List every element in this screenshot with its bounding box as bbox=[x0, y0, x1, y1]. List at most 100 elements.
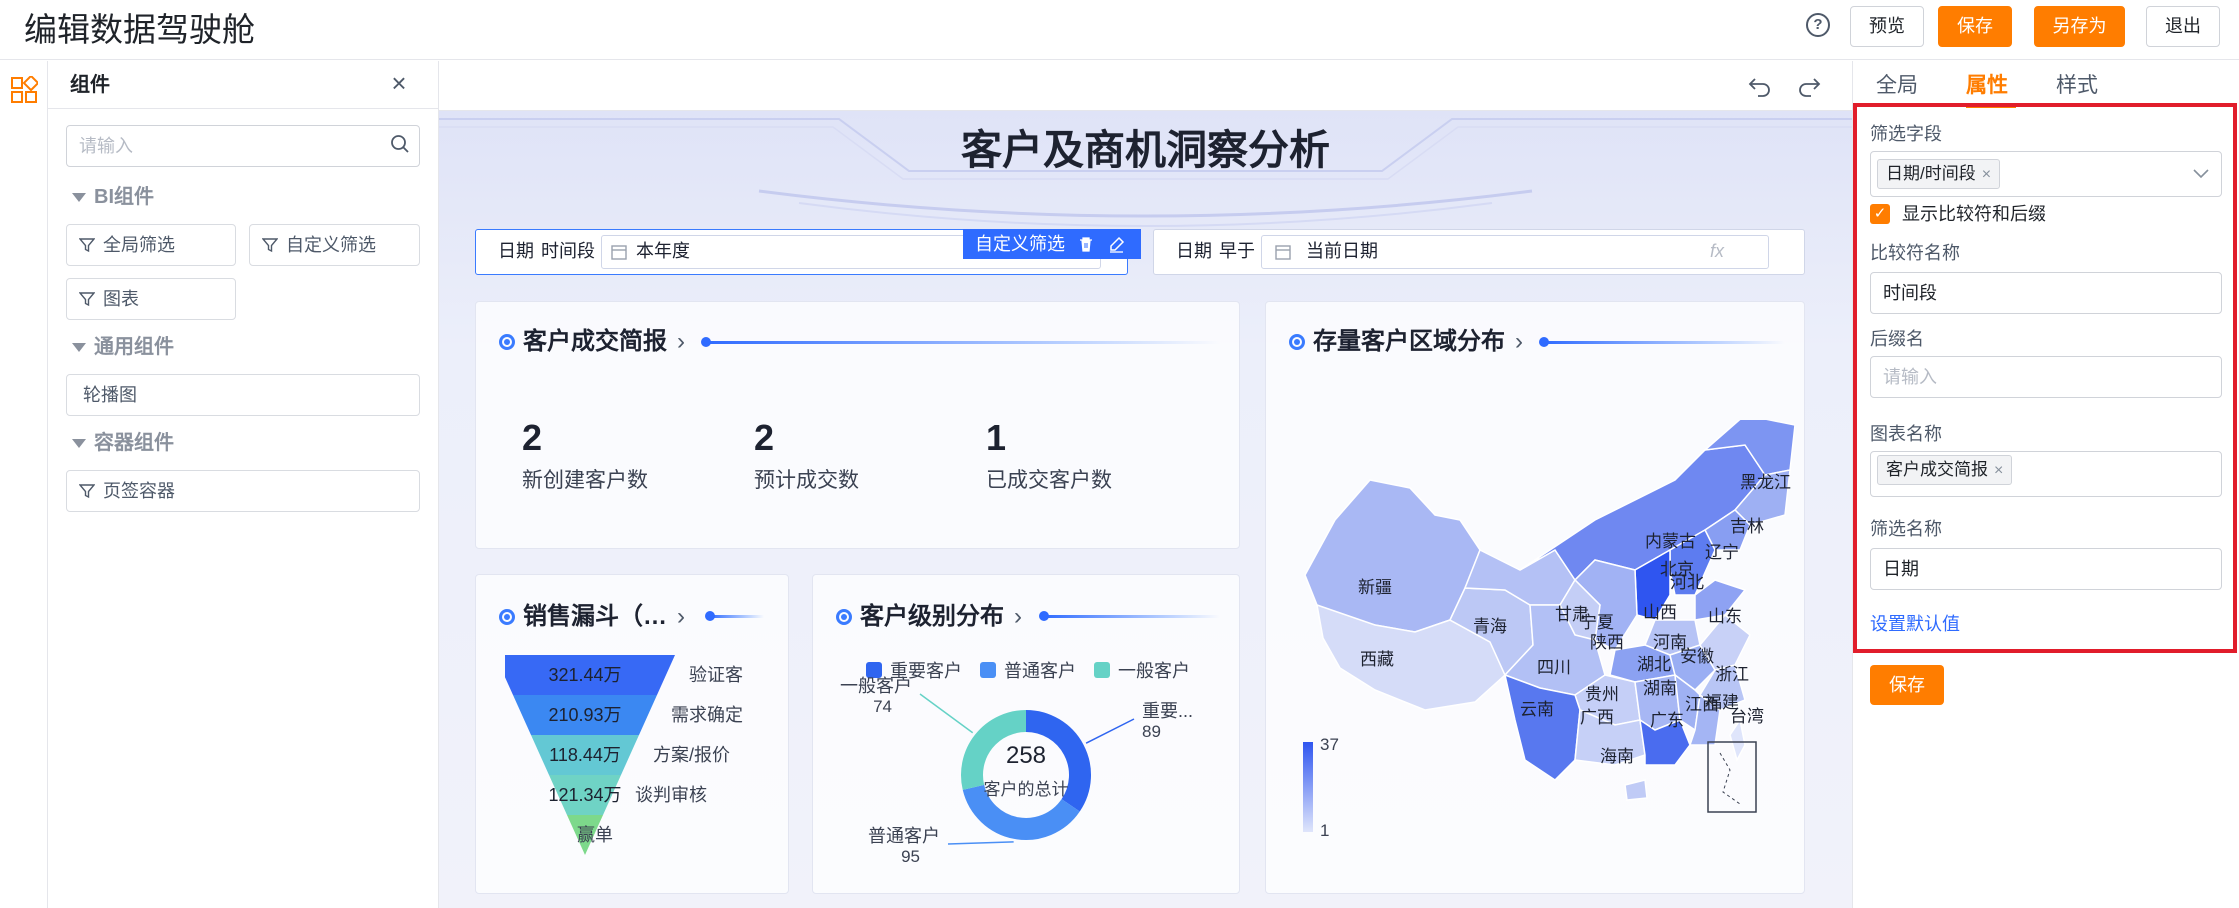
legend-swatch[interactable] bbox=[1094, 662, 1110, 678]
components-panel-title: 组件 bbox=[70, 74, 110, 96]
preview-button[interactable]: 预览 bbox=[1850, 6, 1924, 47]
kpi-label: 预计成交数 bbox=[754, 469, 859, 492]
filter-icon bbox=[79, 238, 95, 253]
tag-close-icon[interactable]: × bbox=[1982, 166, 1991, 183]
group-general-components[interactable]: 通用组件 bbox=[72, 333, 174, 361]
component-custom-filter[interactable]: 自定义筛选 bbox=[249, 224, 420, 266]
compare-name-input[interactable]: 时间段 bbox=[1870, 272, 2222, 314]
funnel-chart[interactable]: 321.44万 验证客 210.93万 需求确定 118.44万 方案/报价 121.34万… bbox=[505, 655, 780, 870]
fx-icon[interactable]: fx bbox=[1710, 229, 1724, 273]
help-icon[interactable]: ? bbox=[1806, 13, 1830, 37]
leader-line bbox=[1085, 718, 1135, 744]
group-label: 通用组件 bbox=[94, 336, 174, 358]
filter-field-tag[interactable]: 日期/时间段 × bbox=[1877, 159, 2001, 189]
save-button[interactable]: 保存 bbox=[1938, 6, 2012, 47]
title-line bbox=[1039, 611, 1220, 621]
show-compare-checkbox[interactable]: ✓ bbox=[1870, 204, 1890, 224]
component-label: 自定义筛选 bbox=[286, 235, 376, 255]
card-title: 客户级别分布 › bbox=[836, 600, 1022, 634]
kpi-value: 1 bbox=[986, 417, 1007, 458]
scale-min-label: 1 bbox=[1320, 821, 1329, 840]
edit-icon[interactable] bbox=[1108, 236, 1125, 253]
suffix-input[interactable]: 请输入 bbox=[1870, 356, 2222, 398]
custom-filter-badge-label: 自定义筛选 bbox=[975, 234, 1065, 254]
scale-max-label: 37 bbox=[1320, 735, 1339, 754]
province-label: 台湾 bbox=[1730, 707, 1764, 726]
chart-name-label: 图表名称 bbox=[1870, 424, 1942, 444]
chevron-down-icon[interactable] bbox=[2192, 166, 2210, 180]
china-region-map[interactable]: 37 1 黑龙江吉林辽宁内蒙古河北北京山西 山东河南甘肃宁夏陕西青海新疆西藏 四川湖… bbox=[1275, 420, 1795, 840]
province-label: 安徽 bbox=[1680, 647, 1714, 666]
province-label: 湖南 bbox=[1643, 679, 1677, 698]
dashboard-title: 客户及商机洞察分析 bbox=[961, 127, 1330, 173]
province-label: 云南 bbox=[1520, 700, 1554, 719]
province-label: 浙江 bbox=[1715, 665, 1749, 684]
province-label: 辽宁 bbox=[1705, 543, 1739, 562]
slice-label: 普通客户 bbox=[868, 826, 940, 846]
funnel-stage-label: 方案/报价 bbox=[653, 745, 730, 765]
component-label: 图表 bbox=[103, 289, 139, 309]
province-label: 青海 bbox=[1473, 617, 1507, 636]
filter-field-label: 筛选字段 bbox=[1870, 124, 1942, 144]
chevron-right-icon[interactable]: › bbox=[677, 328, 685, 355]
filter-icon bbox=[79, 484, 95, 499]
component-global-filter[interactable]: 全局筛选 bbox=[66, 224, 236, 266]
exit-button[interactable]: 退出 bbox=[2146, 6, 2220, 47]
target-icon bbox=[836, 609, 852, 625]
group-bi-components[interactable]: BI组件 bbox=[72, 183, 154, 211]
left-rail bbox=[0, 61, 48, 908]
close-icon[interactable]: × bbox=[386, 70, 412, 96]
chevron-right-icon[interactable]: › bbox=[1515, 328, 1523, 355]
funnel-value-label: 210.93万 bbox=[548, 705, 621, 725]
components-icon[interactable] bbox=[10, 76, 38, 104]
chevron-right-icon[interactable]: › bbox=[1014, 603, 1022, 630]
customer-level-donut-chart[interactable]: 重要客户 普通客户 一般客户重要...89普通客户95一般客户74258客户的总计 bbox=[812, 650, 1240, 890]
color-scale-bar[interactable] bbox=[1303, 742, 1313, 832]
filter-name-input[interactable]: 日期 bbox=[1870, 548, 2222, 590]
title-line bbox=[701, 337, 1220, 347]
slice-value: 95 bbox=[901, 847, 920, 866]
funnel-value-label: 321.44万 bbox=[548, 665, 621, 685]
filter-label: 日期 bbox=[1176, 241, 1212, 261]
province-label: 广西 bbox=[1580, 708, 1614, 727]
slice-label: 重要... bbox=[1142, 701, 1193, 721]
funnel-stage-label: 验证客 bbox=[689, 665, 743, 685]
tab-style[interactable]: 样式 bbox=[2056, 70, 2098, 102]
kpi-label: 已成交客户数 bbox=[986, 469, 1112, 492]
card-title: 客户成交简报 › bbox=[499, 325, 685, 359]
province-label: 新疆 bbox=[1358, 578, 1392, 597]
save-as-button[interactable]: 另存为 bbox=[2034, 6, 2125, 47]
calendar-icon bbox=[1275, 245, 1291, 260]
card-title: 存量客户区域分布 › bbox=[1289, 325, 1523, 359]
province-label: 山西 bbox=[1643, 603, 1677, 622]
set-default-value-link[interactable]: 设置默认值 bbox=[1870, 611, 1960, 637]
chevron-right-icon[interactable]: › bbox=[677, 603, 685, 630]
province-label: 内蒙古 bbox=[1645, 532, 1696, 551]
undo-icon[interactable] bbox=[1747, 72, 1773, 98]
component-tab-container[interactable]: 页签容器 bbox=[66, 470, 420, 512]
province-label: 广东 bbox=[1650, 711, 1684, 730]
group-label: BI组件 bbox=[94, 186, 154, 208]
region-taiwan[interactable] bbox=[1729, 718, 1746, 763]
filter-compare-label: 时间段 bbox=[541, 241, 595, 261]
region-hainan[interactable] bbox=[1624, 779, 1648, 801]
group-container-components[interactable]: 容器组件 bbox=[72, 429, 174, 457]
search-icon[interactable] bbox=[390, 134, 410, 154]
component-label: 页签容器 bbox=[103, 481, 175, 501]
target-icon bbox=[499, 334, 515, 350]
legend-swatch[interactable] bbox=[980, 662, 996, 678]
component-chart[interactable]: 图表 bbox=[66, 278, 236, 320]
component-search-input[interactable] bbox=[66, 125, 420, 167]
leader-line bbox=[919, 693, 974, 734]
tag-close-icon[interactable]: × bbox=[1994, 462, 2003, 479]
card-title-text: 客户级别分布 bbox=[860, 603, 1004, 630]
redo-icon[interactable] bbox=[1796, 72, 1822, 98]
tab-properties[interactable]: 属性 bbox=[1966, 70, 2008, 102]
slice-value: 74 bbox=[873, 697, 892, 716]
panel-save-button[interactable]: 保存 bbox=[1870, 665, 1944, 705]
tab-global[interactable]: 全局 bbox=[1876, 70, 1918, 102]
suffix-label: 后缀名 bbox=[1870, 329, 1924, 349]
delete-icon[interactable] bbox=[1078, 236, 1094, 253]
chart-name-tag[interactable]: 客户成交简报 × bbox=[1877, 455, 2013, 485]
component-carousel[interactable]: 轮播图 bbox=[66, 374, 420, 416]
